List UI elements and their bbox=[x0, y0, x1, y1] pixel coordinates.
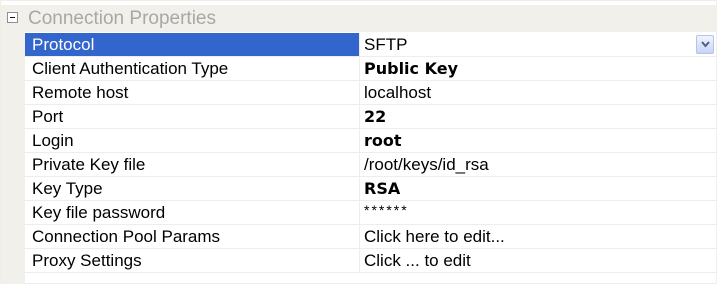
property-value-protocol[interactable]: SFTP bbox=[360, 33, 716, 56]
property-value[interactable]: Click here to edit... bbox=[360, 225, 716, 248]
property-value[interactable]: RSA bbox=[360, 177, 716, 200]
property-name: Port bbox=[25, 105, 360, 128]
property-name: Connection Pool Params bbox=[25, 225, 360, 248]
property-name: Key file password bbox=[25, 201, 360, 224]
category-header[interactable]: Connection Properties bbox=[1, 5, 716, 32]
dropdown-button[interactable] bbox=[696, 35, 714, 54]
chevron-down-icon bbox=[701, 41, 710, 48]
property-row-protocol[interactable]: Protocol SFTP bbox=[25, 33, 716, 57]
property-grid: Connection Properties Protocol SFTP Clie… bbox=[0, 0, 717, 284]
property-row-connection-pool-params[interactable]: Connection Pool Params Click here to edi… bbox=[25, 225, 716, 249]
property-rows: Protocol SFTP Client Authentication Type… bbox=[25, 33, 716, 273]
property-row-proxy-settings[interactable]: Proxy Settings Click ... to edit bbox=[25, 249, 716, 273]
property-row-port[interactable]: Port 22 bbox=[25, 105, 716, 129]
password-value[interactable]: ****** bbox=[360, 201, 716, 224]
property-value[interactable]: 22 bbox=[360, 105, 716, 128]
property-name: Key Type bbox=[25, 177, 360, 200]
property-name: Proxy Settings bbox=[25, 249, 360, 272]
category-title: Connection Properties bbox=[28, 8, 216, 29]
collapse-toggle-icon[interactable] bbox=[7, 12, 18, 23]
property-value[interactable]: Click ... to edit bbox=[360, 249, 716, 272]
property-row-private-key-file[interactable]: Private Key file /root/keys/id_rsa bbox=[25, 153, 716, 177]
property-row-key-type[interactable]: Key Type RSA bbox=[25, 177, 716, 201]
property-row-key-file-password[interactable]: Key file password ****** bbox=[25, 201, 716, 225]
property-row-remote-host[interactable]: Remote host localhost bbox=[25, 81, 716, 105]
left-gutter bbox=[1, 32, 25, 284]
property-name: Protocol bbox=[25, 33, 360, 56]
property-row-client-authentication-type[interactable]: Client Authentication Type Public Key bbox=[25, 57, 716, 81]
property-value[interactable]: root bbox=[360, 129, 716, 152]
property-value[interactable]: Public Key bbox=[360, 57, 716, 80]
property-row-login[interactable]: Login root bbox=[25, 129, 716, 153]
property-name: Login bbox=[25, 129, 360, 152]
property-name: Client Authentication Type bbox=[25, 57, 360, 80]
property-value[interactable]: /root/keys/id_rsa bbox=[360, 153, 716, 176]
property-value[interactable]: localhost bbox=[360, 81, 716, 104]
property-name: Private Key file bbox=[25, 153, 360, 176]
property-value-text: SFTP bbox=[364, 35, 408, 54]
property-name: Remote host bbox=[25, 81, 360, 104]
